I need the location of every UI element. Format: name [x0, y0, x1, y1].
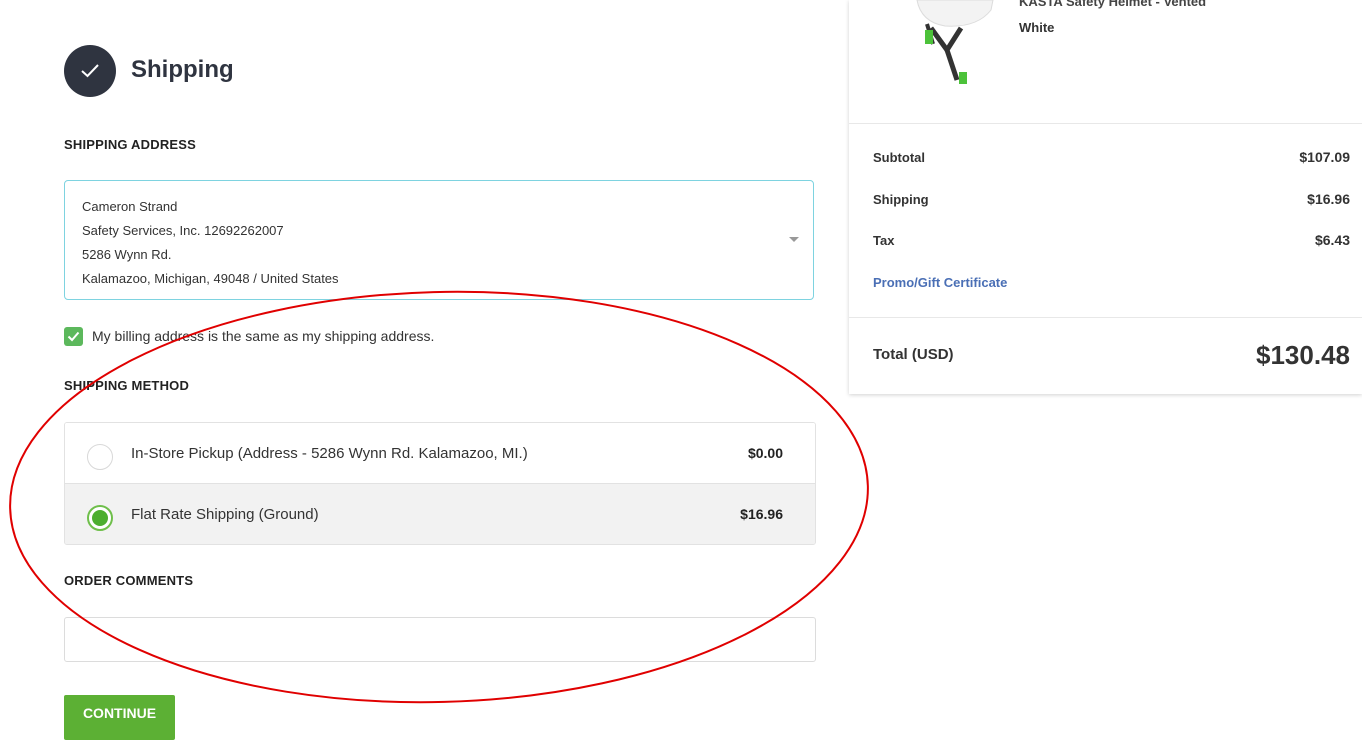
order-comments-heading: ORDER COMMENTS [64, 573, 194, 588]
shipping-method-list: In-Store Pickup (Address - 5286 Wynn Rd.… [64, 422, 816, 545]
tax-label: Tax [873, 233, 895, 248]
shipping-address-heading: SHIPPING ADDRESS [64, 137, 197, 152]
subtotal-value: $107.09 [1299, 149, 1350, 165]
caret-down-icon [789, 237, 799, 242]
product-name: KASTA Safety Helmet - Vented [1019, 0, 1207, 9]
continue-button[interactable]: CONTINUE [64, 695, 175, 740]
radio-unselected[interactable] [87, 444, 113, 470]
shipping-cost-value: $16.96 [1307, 191, 1350, 207]
divider [849, 123, 1362, 124]
billing-same-label: My billing address is the same as my shi… [92, 328, 435, 344]
shipping-method-label: In-Store Pickup (Address - 5286 Wynn Rd.… [131, 445, 528, 462]
address-line-name: Cameron Strand [82, 199, 178, 214]
shipping-method-price: $16.96 [740, 506, 783, 522]
shipping-method-price: $0.00 [747, 445, 783, 461]
shipping-cost-label: Shipping [873, 192, 929, 207]
address-line-company: Safety Services, Inc. 12692262007 [82, 223, 284, 238]
order-comments-input[interactable] [64, 617, 816, 662]
promo-gift-certificate-link[interactable]: Promo/Gift Certificate [873, 275, 1007, 290]
radio-selected[interactable] [87, 505, 113, 531]
total-label: Total (USD) [873, 346, 954, 363]
shipping-method-heading: SHIPPING METHOD [64, 378, 190, 393]
shipping-method-option-pickup[interactable]: In-Store Pickup (Address - 5286 Wynn Rd.… [65, 423, 815, 484]
product-thumbnail [916, 0, 994, 84]
address-line-street: 5286 Wynn Rd. [82, 247, 172, 262]
shipping-method-option-flat-rate[interactable]: Flat Rate Shipping (Ground) $16.96 [65, 484, 815, 544]
total-value: $130.48 [1256, 340, 1350, 370]
product-variant: White [1019, 20, 1055, 35]
checkmark-icon [81, 64, 99, 78]
subtotal-label: Subtotal [873, 150, 925, 165]
shipping-method-label: Flat Rate Shipping (Ground) [131, 506, 319, 523]
checkmark-icon [67, 331, 80, 342]
page-title: Shipping [131, 56, 234, 83]
divider [849, 317, 1362, 318]
order-summary-panel: KASTA Safety Helmet - Vented White Subto… [849, 0, 1362, 394]
address-line-city: Kalamazoo, Michigan, 49048 / United Stat… [82, 271, 339, 286]
shipping-address-select[interactable]: Cameron Strand Safety Services, Inc. 126… [64, 180, 814, 300]
billing-same-checkbox[interactable] [64, 327, 83, 346]
step-complete-icon [64, 45, 116, 97]
tax-value: $6.43 [1314, 232, 1350, 248]
